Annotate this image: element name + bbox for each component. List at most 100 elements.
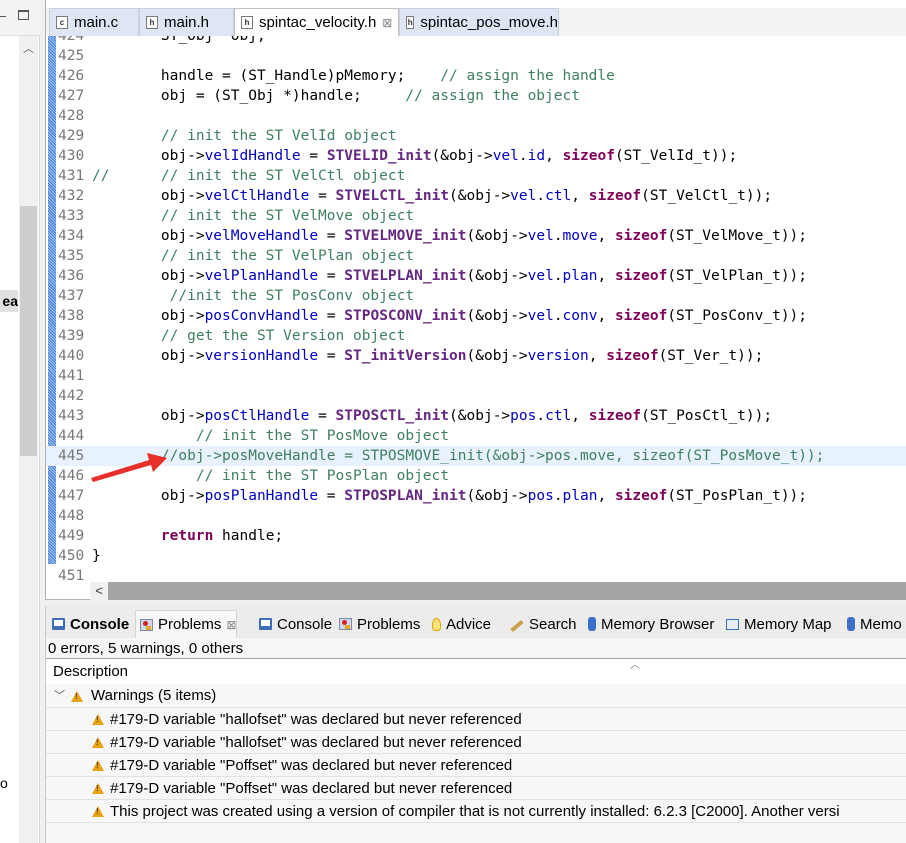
view-tab-console[interactable]: Console [255, 610, 332, 638]
code-token: vel [527, 308, 554, 324]
line-number: 434 [58, 228, 85, 244]
code-text: obj->velIdHandle = STVELID_init(&obj->ve… [126, 146, 737, 166]
code-line[interactable]: 435 // init the ST VelPlan object [46, 246, 906, 266]
code-area[interactable]: 424 ST_Obj *obj; 425 426 handle = (ST_Hand… [46, 36, 906, 582]
line-number: 450 [58, 548, 85, 564]
scrollbar-thumb[interactable] [20, 206, 37, 456]
code-line[interactable]: 430 obj->velIdHandle = STVELID_init(&obj… [46, 146, 906, 166]
code-line[interactable]: 432 obj->velCtlHandle = STVELCTL_init(&o… [46, 186, 906, 206]
code-token: STVELCTL_init [335, 188, 450, 204]
scroll-up-icon[interactable]: ︿ [19, 40, 38, 56]
code-token: (&obj-> [466, 268, 528, 284]
warning-row[interactable]: #179-D variable "Poffset" was declared b… [46, 777, 906, 800]
description-column-header[interactable]: Description ︿ [46, 658, 906, 684]
code-token: = [300, 148, 327, 164]
view-tab-search[interactable]: Search [506, 610, 577, 638]
left-side-panel: ea o ︿ [0, 0, 40, 843]
line-number: 446 [58, 468, 85, 484]
code-token: // init the ST VelId object [126, 128, 397, 144]
warning-row[interactable]: #179-D variable "Poffset" was declared b… [46, 754, 906, 777]
close-tab-icon[interactable]: ⊠ [382, 16, 392, 30]
code-line[interactable]: 449 return handle; [46, 526, 906, 546]
code-text: // init the ST PosPlan object [126, 466, 449, 486]
code-token: (ST_PosPlan_t)); [667, 488, 808, 504]
code-line[interactable]: 440 obj->versionHandle = ST_initVersion(… [46, 346, 906, 366]
editor-tab[interactable]: h spintac_velocity.h ⊠ [234, 8, 399, 36]
code-line[interactable]: 439 // get the ST Version object [46, 326, 906, 346]
editor-tab-label: main.c [74, 14, 119, 31]
code-token: = [318, 308, 345, 324]
warning-icon [92, 760, 104, 771]
close-view-icon[interactable]: ⊠ [226, 618, 236, 632]
code-token: STVELMOVE_init [344, 228, 467, 244]
code-token: (&obj-> [449, 408, 511, 424]
code-token: sizeof [614, 228, 668, 244]
code-token: sizeof [588, 188, 642, 204]
code-token: STPOSCONV_init [344, 308, 467, 324]
code-line[interactable]: 436 obj->velPlanHandle = STVELPLAN_init(… [46, 266, 906, 286]
view-tab-console[interactable]: Console [48, 610, 129, 638]
code-line[interactable]: 425 [46, 46, 906, 66]
code-token: = [318, 348, 345, 364]
line-number: 426 [58, 68, 85, 84]
scroll-left-icon[interactable]: < [90, 582, 108, 600]
code-line[interactable]: 444 // init the ST PosMove object [46, 426, 906, 446]
code-token: , [597, 308, 615, 324]
code-line[interactable]: 438 obj->posConvHandle = STPOSCONV_init(… [46, 306, 906, 326]
view-tab-memo[interactable]: Memo [843, 610, 902, 638]
left-panel-scrollbar[interactable]: ︿ [19, 36, 38, 843]
warning-icon [92, 714, 104, 725]
code-token: posCtlHandle [204, 408, 310, 424]
code-line[interactable]: 431 // // init the ST VelCtl object [46, 166, 906, 186]
editor-tab[interactable]: h spintac_pos_move.h [399, 8, 559, 36]
line-number: 427 [58, 88, 85, 104]
view-tab-memory-browser[interactable]: Memory Browser [584, 610, 714, 638]
expand-chevron-icon[interactable]: ﹀ [54, 684, 65, 708]
editor-tab[interactable]: c main.c [49, 8, 139, 36]
code-line[interactable]: 426 handle = (ST_Handle)pMemory; // assi… [46, 66, 906, 86]
code-token: return [160, 528, 214, 544]
truncated-left-label[interactable]: ea [0, 290, 18, 312]
warnings-group-row[interactable]: ﹀ Warnings (5 items) [46, 684, 906, 708]
code-token: (&obj-> [431, 148, 493, 164]
code-line[interactable]: 442 [46, 386, 906, 406]
code-line[interactable]: 448 [46, 506, 906, 526]
code-token: = [318, 488, 345, 504]
code-line[interactable]: 428 [46, 106, 906, 126]
code-line[interactable]: 447 obj->posPlanHandle = STPOSPLAN_init(… [46, 486, 906, 506]
view-tab-advice[interactable]: Advice [428, 610, 491, 638]
code-token: STVELID_init [326, 148, 432, 164]
view-tab-problems[interactable]: Problems [335, 610, 420, 638]
view-tab-bar: Console Problems ⊠ Console Problems Advice Sea… [46, 606, 906, 638]
code-line[interactable]: 450} [46, 546, 906, 566]
code-line[interactable]: 445 //obj->posMoveHandle = STPOSMOVE_ini… [46, 446, 906, 466]
code-token: . [553, 228, 563, 244]
code-line[interactable]: 443 obj->posCtlHandle = STPOSCTL_init(&o… [46, 406, 906, 426]
maximize-icon[interactable] [18, 10, 29, 20]
code-token: (ST_VelPlan_t)); [667, 268, 808, 284]
code-token: velIdHandle [204, 148, 301, 164]
warning-row[interactable]: This project was created using a version… [46, 800, 906, 823]
code-line[interactable]: 437 //init the ST PosConv object [46, 286, 906, 306]
minimize-icon[interactable] [0, 16, 6, 17]
warning-row[interactable]: #179-D variable "hallofset" was declared… [46, 708, 906, 731]
code-line[interactable]: 424 ST_Obj *obj; [46, 36, 906, 46]
view-tab-memory-map[interactable]: Memory Map [722, 610, 832, 638]
code-line[interactable]: 427 obj = (ST_Obj *)handle; // assign th… [46, 86, 906, 106]
code-line[interactable]: 429 // init the ST VelId object [46, 126, 906, 146]
line-number: 436 [58, 268, 85, 284]
code-line[interactable]: 441 [46, 366, 906, 386]
view-tab-problems[interactable]: Problems ⊠ [135, 610, 238, 638]
code-line[interactable]: 434 obj->velMoveHandle = STVELMOVE_init(… [46, 226, 906, 246]
code-token: , [597, 488, 615, 504]
console-icon [259, 618, 272, 630]
editor-tab[interactable]: h main.h [139, 8, 234, 36]
editor-horizontal-scrollbar[interactable]: < [90, 582, 906, 600]
code-line[interactable]: 446 // init the ST PosPlan object [46, 466, 906, 486]
code-line[interactable]: 451 [46, 566, 906, 582]
code-token: (ST_VelMove_t)); [667, 228, 808, 244]
code-line[interactable]: 433 // init the ST VelMove object [46, 206, 906, 226]
warning-row[interactable]: #179-D variable "hallofset" was declared… [46, 731, 906, 754]
h-file-icon: h [406, 16, 415, 29]
